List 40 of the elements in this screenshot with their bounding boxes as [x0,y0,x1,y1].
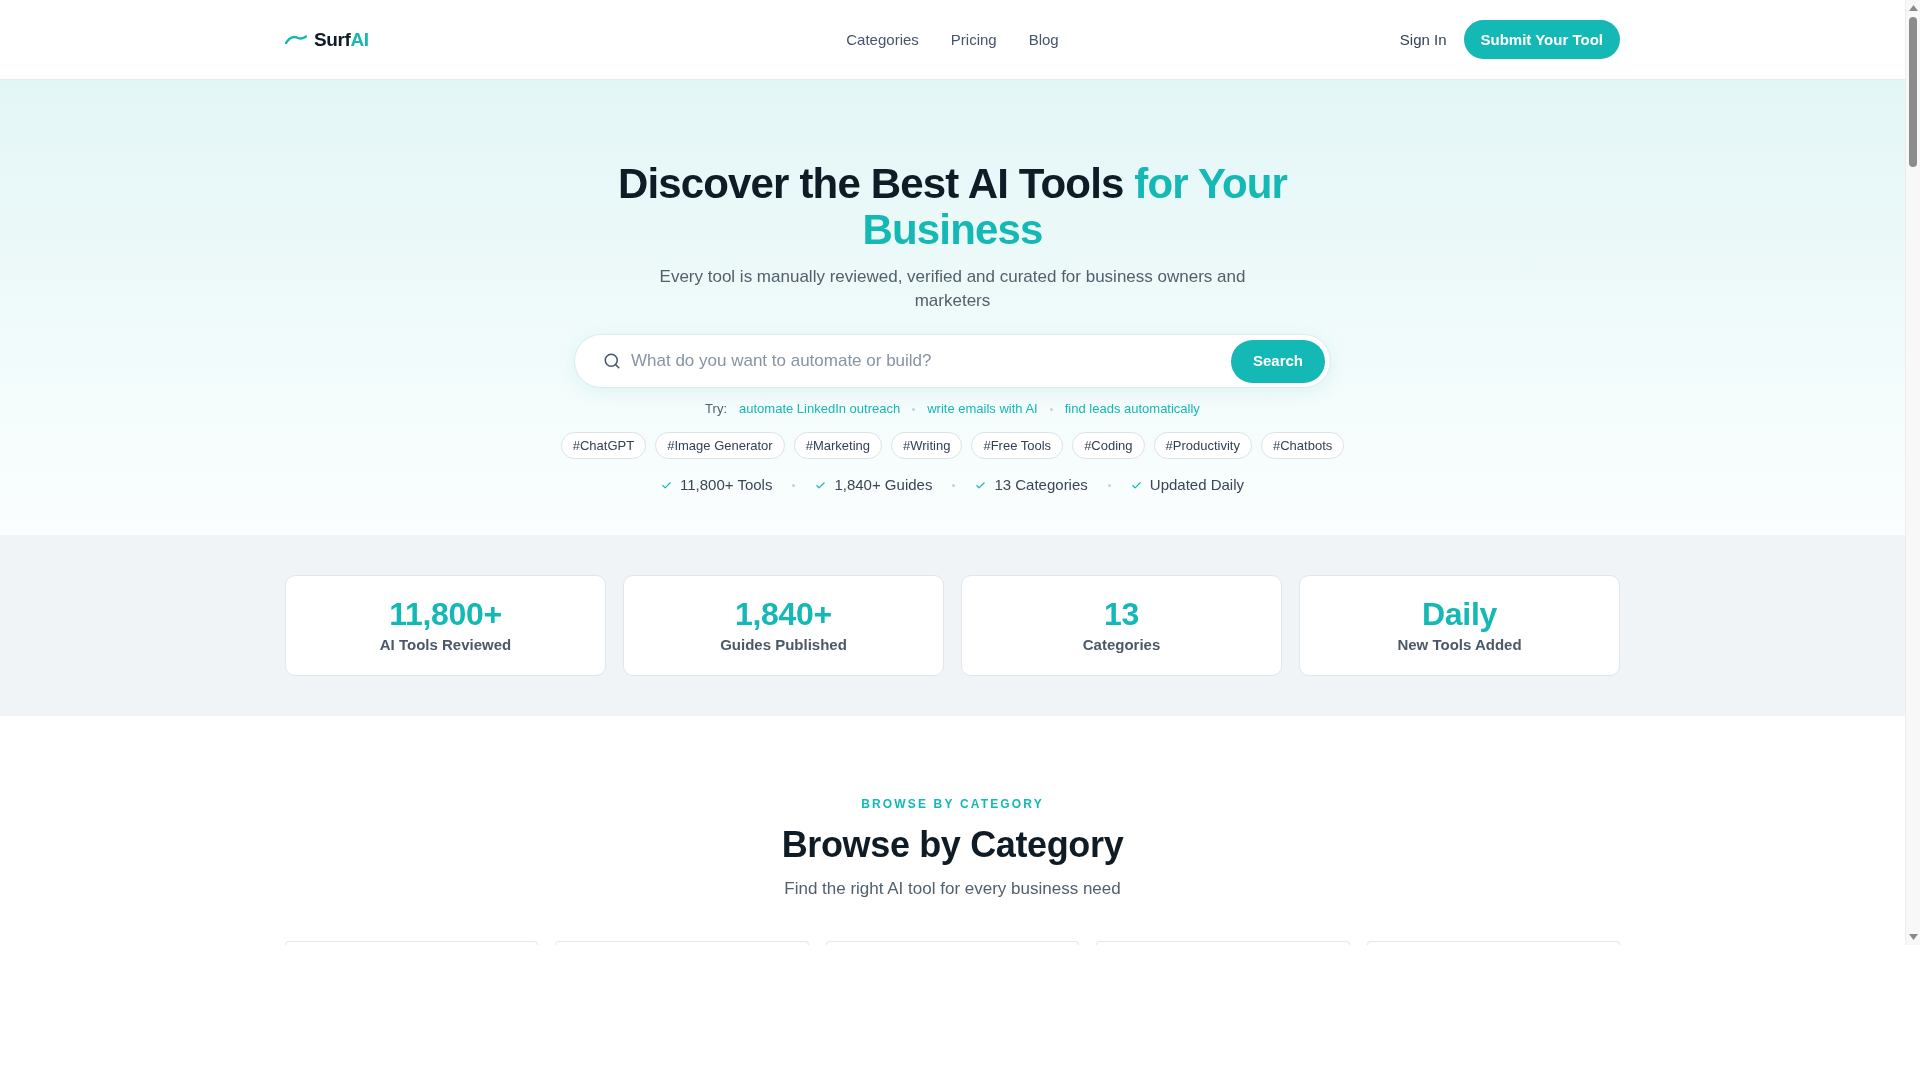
logo-text[interactable]: SurfAI [314,30,369,49]
highlight-text: Updated Daily [1149,475,1245,495]
check-icon [660,479,672,491]
scrollbar-thumb[interactable] [1909,17,1917,167]
sign-in-link[interactable]: Sign In [1399,29,1447,50]
scroll-up-arrow-icon[interactable] [1908,5,1918,11]
tag-chip[interactable]: #Marketing [793,432,882,459]
stat-label: Guides Published [720,635,847,655]
highlight-text: 13 Categories [994,475,1088,495]
highlight-text: 1,840+ Guides [834,475,933,495]
tag-chip[interactable]: #Productivity [1153,432,1252,459]
hero-subtitle: Every tool is manually reviewed, verified and curated for business owners and marketers [658,266,1247,312]
nav-link[interactable]: Categories [846,29,919,50]
nav-link[interactable]: Pricing [950,29,997,50]
scroll-down-arrow-icon[interactable] [1908,934,1918,940]
tag-chip[interactable]: #Writing [891,432,963,459]
stat-label: New Tools Added [1397,635,1522,655]
stat-value: Daily [1422,596,1497,632]
hero-heading: Discover the Best AI Tools for Your Business [616,161,1289,253]
stat-label: Categories [1082,635,1161,655]
nav-link[interactable]: Blog [1028,29,1059,50]
stat-value: 11,800+ [389,596,502,632]
try-label: Try: [705,400,727,418]
tag-chip[interactable]: #Chatbots [1261,432,1345,459]
stat-label: AI Tools Reviewed [379,635,512,655]
stat-value: 1,840+ [735,596,832,632]
tag-chip[interactable]: #ChatGPT [560,432,647,459]
stat-value: 13 [1104,596,1139,632]
highlight-text: 11,800+ Tools [679,475,773,495]
tag-chip[interactable]: #Free Tools [971,432,1064,459]
check-icon [1130,479,1142,491]
search-icon [603,352,621,370]
section-title: Browse by Category [781,825,1124,865]
wave-logo-icon [285,35,307,44]
tag-chip[interactable]: #Image Generator [655,432,785,459]
tag-chip[interactable]: #Coding [1072,432,1145,459]
check-icon [815,479,827,491]
section-subtitle: Find the right AI tool for every business need [784,878,1121,900]
check-icon [975,479,987,491]
section-eyebrow: BROWSE BY CATEGORY [861,796,1044,812]
